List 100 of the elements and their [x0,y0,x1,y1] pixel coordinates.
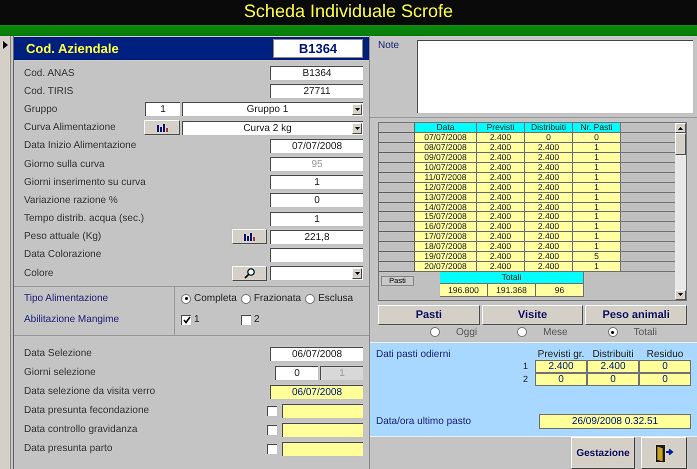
row-selector[interactable] [379,153,415,163]
row-selector[interactable] [379,262,415,272]
table-cell: 0 [535,372,587,386]
checkbox-option[interactable]: 2 [241,314,297,326]
view-button[interactable]: Pasti [378,304,480,325]
input-field[interactable] [270,248,363,262]
row-selector[interactable] [379,143,415,154]
table-cell: 2.400 [525,242,573,252]
field-label: Peso attuale (Kg) [24,231,102,242]
view-button[interactable]: Peso animali [585,304,688,325]
radio-button[interactable] [517,327,528,338]
table-cell: 1 [573,143,621,154]
note-field[interactable] [417,40,693,114]
row-number: 1 [523,361,530,372]
checkbox[interactable] [181,314,191,325]
radio-button[interactable] [305,294,316,304]
row-selector[interactable] [379,212,415,222]
total-cell: 196.800 [440,284,488,297]
table-cell: 11/07/2008 [415,172,477,183]
bar-chart-icon [156,123,168,132]
column-header: Data [415,123,477,134]
radio-option[interactable]: Esclusa [305,293,354,304]
checkbox[interactable] [241,314,251,325]
row-selector[interactable] [379,133,415,144]
vertical-scrollbar[interactable] [675,123,686,300]
row-selector[interactable] [379,172,415,183]
radio-button[interactable] [430,327,440,338]
input-field[interactable]: 0 [275,366,318,380]
chart-button[interactable] [232,229,267,244]
table-cell: 09/07/2008 [415,153,477,163]
checkbox[interactable] [267,424,277,435]
scroll-up-button[interactable] [675,123,686,134]
row-selector[interactable] [379,182,415,193]
table-cell: 08/07/2008 [415,143,477,154]
input-field[interactable]: 06/07/2008 [270,384,363,399]
table-cell: 1 [573,153,621,163]
row-number: 2 [523,374,530,384]
scroll-down-button[interactable] [675,290,686,300]
scroll-thumb[interactable] [675,133,686,156]
input-field[interactable]: 07/07/2008 [270,138,363,153]
row-selector[interactable] [379,232,415,242]
row-selector[interactable] [379,222,415,232]
radio-button[interactable] [240,294,251,304]
field-label: Colore [24,268,54,279]
table-cell: 2.400 [525,143,573,154]
row-selector[interactable] [379,192,415,202]
table-cell: 5 [573,252,621,262]
dropdown-field[interactable] [270,266,363,280]
table-cell: 2.400 [477,242,525,252]
chart-button[interactable] [144,120,180,136]
input-field[interactable]: 27711 [270,84,363,98]
input-field[interactable]: 221,8 [270,230,363,244]
radio-option[interactable]: Frazionata [240,293,302,304]
search-button[interactable] [232,266,267,281]
table-cell: 2.400 [477,143,525,154]
bar-chart-icon [244,232,255,242]
exit-button[interactable] [641,437,687,469]
checkbox[interactable] [267,406,277,416]
checkbox-option[interactable]: 1 [181,314,237,326]
view-button[interactable]: Visite [482,304,584,325]
radio-button[interactable] [608,327,618,338]
header-label: Cod. Aziendale [26,41,119,56]
input-field[interactable]: 1 [270,212,363,226]
table-cell: 0 [525,133,573,144]
field-label: Tempo distrib. acqua (sec.) [24,213,144,224]
input-field[interactable]: 06/07/2008 [270,346,363,361]
table-cell: 14/07/2008 [415,202,477,212]
radio-option[interactable]: Mese [517,326,568,338]
table-cell: 2.400 [587,360,639,373]
radio-option[interactable]: Completa [181,293,237,304]
table-cell: 2.400 [477,222,525,232]
column-header: Nr. Pasti [573,123,621,134]
row-selector[interactable] [379,242,415,252]
radio-option[interactable]: Oggi [430,326,478,338]
code-field[interactable]: 1 [145,102,180,116]
dropdown-field[interactable]: Gruppo 1 [182,102,363,116]
input-field[interactable] [282,442,363,456]
window-title: Scheda Individuale Scrofe [244,0,454,23]
code-field[interactable]: B1364 [273,39,363,58]
table-cell: 19/07/2008 [415,252,477,262]
input-field[interactable]: B1364 [270,66,363,80]
input-field[interactable] [282,422,363,437]
checkbox[interactable] [267,444,277,454]
dropdown-field[interactable]: Curva 2 kg [182,120,363,135]
field-label: Data presunta parto [24,443,112,454]
column-header: Previsti gr. [536,348,586,360]
row-selector[interactable] [379,252,415,262]
input-field[interactable]: 1 [270,175,363,190]
search-icon [244,268,255,279]
radio-option[interactable]: Totali [608,326,657,338]
field-label: Data presunta fecondazione [24,405,150,416]
table-cell: 2.400 [477,172,525,183]
table-cell: 2.400 [477,202,525,212]
row-selector[interactable] [379,162,415,173]
gestation-button[interactable]: Gestazione [571,437,635,469]
radio-button[interactable] [181,294,191,304]
row-selector[interactable] [379,202,415,212]
input-field[interactable] [282,404,363,418]
input-field[interactable]: 0 [270,193,363,208]
field-label: Cod. ANAS [24,68,75,79]
